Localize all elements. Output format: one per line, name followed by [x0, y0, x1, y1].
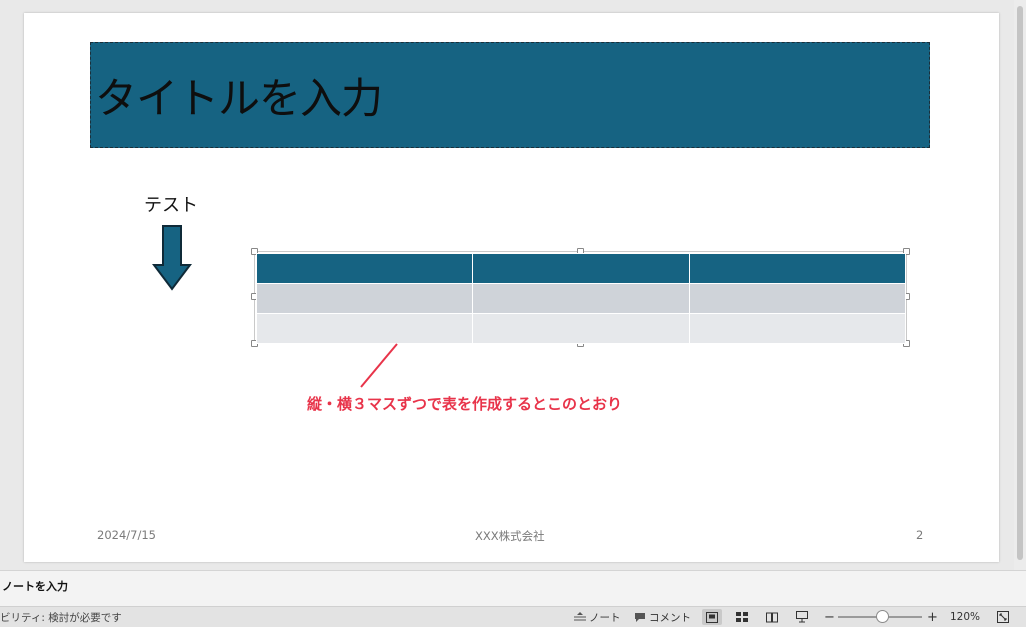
table-cell[interactable] [472, 313, 690, 344]
normal-view-icon [706, 611, 718, 623]
grid-view-icon [736, 611, 748, 622]
reading-view-button[interactable] [762, 609, 782, 625]
callout-pointer-line [360, 343, 398, 388]
comments-label: コメント [649, 611, 691, 624]
vertical-scrollbar[interactable] [1014, 0, 1026, 570]
table-cell[interactable] [688, 313, 907, 344]
scrollbar-thumb[interactable] [1017, 6, 1023, 560]
comment-icon [635, 612, 645, 622]
table-cell[interactable] [255, 283, 474, 314]
slide-canvas[interactable]: タイトルを入力 テスト 縦・横３マスずつで表を作成するとこのとおり 2024/7… [24, 13, 999, 562]
presentation-icon [796, 611, 808, 623]
zoom-out-button[interactable]: − [824, 609, 835, 625]
test-label[interactable]: テスト [144, 191, 198, 217]
notes-placeholder[interactable]: ノートを入力 [2, 578, 68, 594]
fit-to-window-button[interactable] [993, 609, 1013, 625]
footer-page-number[interactable]: 2 [916, 528, 923, 542]
table-row [255, 313, 907, 344]
notes-toggle-label: ノート [589, 611, 621, 624]
slide-sorter-button[interactable] [732, 609, 752, 625]
slide-table[interactable] [255, 253, 907, 344]
notes-toggle-button[interactable]: ノート [574, 609, 621, 625]
table-cell[interactable] [688, 283, 907, 314]
comments-button[interactable]: コメント [634, 609, 691, 625]
callout-annotation: 縦・横３マスずつで表を作成するとこのとおり [307, 395, 623, 413]
footer-company[interactable]: XXX株式会社 [475, 528, 545, 544]
book-icon [766, 612, 778, 622]
notes-icon [574, 612, 586, 621]
zoom-level[interactable]: 120% [950, 609, 980, 625]
down-arrow-shape[interactable] [152, 225, 192, 291]
table-cell[interactable] [255, 313, 474, 344]
zoom-in-button[interactable]: + [927, 609, 938, 625]
notes-pane[interactable]: ノートを入力 [0, 570, 1026, 607]
slide-workspace: タイトルを入力 テスト 縦・横３マスずつで表を作成するとこのとおり 2024/7… [0, 0, 1026, 570]
table-cell[interactable] [255, 253, 474, 284]
normal-view-button[interactable] [702, 609, 722, 625]
status-bar: ビリティ: 検討が必要です ノート コメント − + 120% [0, 606, 1026, 627]
slideshow-button[interactable] [792, 609, 812, 625]
table-cell[interactable] [472, 253, 690, 284]
zoom-slider-thumb[interactable] [876, 610, 889, 623]
footer-date[interactable]: 2024/7/15 [97, 528, 156, 542]
table-row [255, 283, 907, 314]
accessibility-status[interactable]: ビリティ: 検討が必要です [0, 610, 122, 625]
title-placeholder[interactable]: タイトルを入力 [90, 42, 930, 148]
table-header-row [255, 253, 907, 284]
table-cell[interactable] [472, 283, 690, 314]
slide-title[interactable]: タイトルを入力 [95, 65, 383, 126]
table-cell[interactable] [688, 253, 907, 284]
fit-window-icon [997, 611, 1009, 623]
